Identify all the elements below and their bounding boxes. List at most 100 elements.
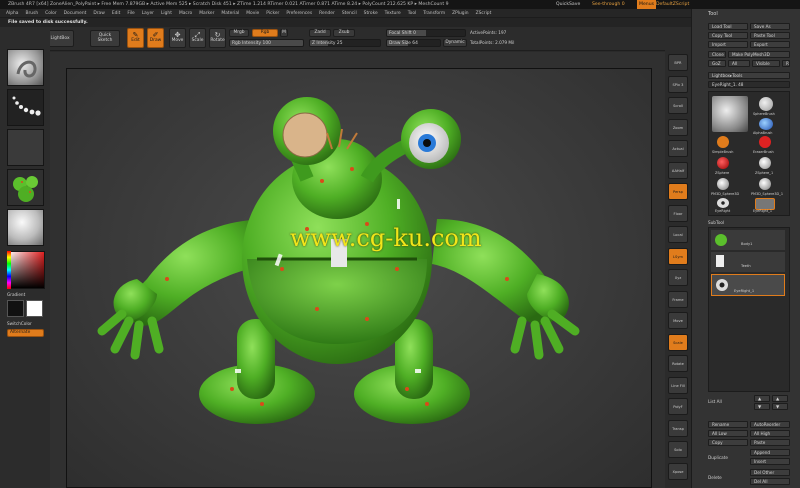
menu-item-layer[interactable]: Layer [142, 11, 154, 16]
menu-item-alpha[interactable]: Alpha [6, 11, 18, 16]
move-bottom-button[interactable]: ▼ [772, 403, 788, 410]
all-high-button[interactable]: All High [750, 430, 790, 437]
pm3d-sphere-1-thumb[interactable] [759, 178, 771, 190]
menu-item-light[interactable]: Light [161, 11, 172, 16]
subtool-item-eyeright[interactable]: EyeRight_1 [711, 274, 785, 296]
main-color-swatch[interactable] [7, 300, 24, 317]
rotate-button[interactable]: ↻ Rotate [209, 28, 226, 48]
secondary-color-swatch[interactable] [26, 300, 43, 317]
color-picker[interactable] [7, 251, 45, 289]
shelf-button-line-fill[interactable]: Line Fill [668, 376, 688, 394]
rename-button[interactable]: Rename [708, 421, 748, 428]
alpha-thumbnail[interactable] [7, 129, 44, 166]
menu-item-file[interactable]: File [127, 11, 134, 16]
menu-item-color[interactable]: Color [45, 11, 56, 16]
shelf-button-polyf[interactable]: PolyF [668, 398, 688, 415]
move-down-button[interactable]: ▼ [754, 403, 770, 410]
move-up-button[interactable]: ▲ [754, 395, 770, 402]
eyeright-thumb[interactable] [717, 198, 729, 208]
shelf-button-xpose[interactable]: Xpose [668, 462, 688, 480]
del-all-button[interactable]: Del All [750, 478, 790, 485]
sphere-brush-thumb[interactable] [759, 97, 773, 111]
menu-item-brush[interactable]: Brush [25, 11, 38, 16]
focal-shift-slider[interactable]: Focal Shift 0 [386, 29, 466, 37]
shelf-button-rotate[interactable]: Rotate [668, 355, 688, 372]
menus-button[interactable]: Menus [637, 0, 657, 9]
shelf-button-scale[interactable]: Scale [668, 333, 688, 351]
copy-button[interactable]: Copy [708, 439, 748, 446]
paste-tool-button[interactable]: Paste Tool [750, 32, 790, 39]
all-low-button[interactable]: All Low [708, 430, 748, 437]
dynamic-button[interactable]: Dynamic [443, 39, 467, 47]
current-tool-slider[interactable]: EyeRight_1. 48 [708, 81, 790, 88]
lightbox-button[interactable]: LightBox [46, 30, 74, 47]
rgb-button[interactable]: Rgb [252, 29, 278, 37]
menu-item-macro[interactable]: Macro [179, 11, 192, 16]
subtool-item-body[interactable]: Body1 [711, 230, 785, 250]
import-button[interactable]: Import [708, 41, 748, 48]
shelf-button-floor[interactable]: Floor [668, 204, 688, 222]
auto-reorder-button[interactable]: AutoReorder [750, 421, 790, 428]
shelf-button-scroll[interactable]: Scroll [668, 97, 688, 114]
draw-size-slider[interactable]: Draw Size 64 [386, 39, 441, 47]
duplicate-button[interactable]: Duplicate [708, 455, 728, 460]
pm3d-sphere-thumb[interactable] [717, 178, 729, 190]
gradient-label[interactable]: Gradient [7, 292, 25, 297]
shelf-button-aahalf[interactable]: AAHalf [668, 161, 688, 179]
subtool-item-teeth[interactable]: Teeth [711, 252, 785, 272]
shelf-button-local[interactable]: Local [668, 226, 688, 243]
shelf-button-xyz[interactable]: Xyz [668, 269, 688, 286]
menu-item-stroke[interactable]: Stroke [364, 11, 378, 16]
shelf-button-move[interactable]: Move [668, 312, 688, 329]
shelf-button-transp[interactable]: Transp [668, 419, 688, 437]
save-as-button[interactable]: Save As [750, 23, 790, 30]
menu-item-edit[interactable]: Edit [112, 11, 121, 16]
mrgb-button[interactable]: Mrgb [229, 29, 249, 37]
insert-button[interactable]: Insert [750, 458, 790, 465]
alpha-brush-thumb[interactable] [759, 118, 773, 130]
shelf-button-bpr[interactable]: BPR [668, 54, 688, 71]
shelf-button-lsym[interactable]: LSym [668, 247, 688, 265]
scale-button[interactable]: ⤢ Scale [189, 28, 206, 48]
shelf-button-zoom[interactable]: Zoom [668, 118, 688, 136]
shelf-button-spix-3[interactable]: SPix 3 [668, 75, 688, 93]
shelf-button-persp[interactable]: Persp [668, 183, 688, 200]
brush-thumbnail[interactable] [7, 49, 44, 86]
menu-item-zscript[interactable]: ZScript [476, 11, 492, 16]
switch-color-label[interactable]: SwitchColor [7, 321, 32, 326]
r-button[interactable]: R [782, 60, 790, 67]
m-button[interactable]: M [280, 29, 288, 37]
delete-button[interactable]: Delete [708, 475, 722, 480]
quicksave-button[interactable]: QuickSave [556, 0, 580, 9]
copy-tool-button[interactable]: Copy Tool [708, 32, 748, 39]
zsphere-1-thumb[interactable] [759, 157, 771, 169]
draw-button[interactable]: ✐ Draw [147, 28, 164, 48]
edit-button[interactable]: ✎ Edit [127, 28, 144, 48]
list-all-button[interactable]: List All [708, 399, 722, 404]
zsphere-thumb[interactable] [717, 157, 729, 169]
menu-item-render[interactable]: Render [319, 11, 335, 16]
menu-item-document[interactable]: Document [64, 11, 87, 16]
stroke-thumbnail[interactable] [7, 89, 44, 126]
paste-button[interactable]: Paste [750, 439, 790, 446]
see-through-slider[interactable]: See-through 0 [592, 0, 625, 9]
goz-button[interactable]: GoZ [708, 60, 726, 67]
simple-brush-thumb[interactable] [717, 136, 729, 148]
shelf-button-frame[interactable]: Frame [668, 290, 688, 308]
visible-button[interactable]: Visible [752, 60, 780, 67]
menu-item-tool[interactable]: Tool [408, 11, 417, 16]
rgb-intensity-slider[interactable]: Rgb Intensity 100 [229, 39, 304, 47]
alternate-button[interactable]: Alternate [7, 329, 44, 337]
hue-strip[interactable] [7, 251, 11, 289]
del-other-button[interactable]: Del Other [750, 469, 790, 476]
menu-item-zplugin[interactable]: ZPlugin [452, 11, 468, 16]
material-thumbnail[interactable] [7, 209, 44, 246]
menu-item-texture[interactable]: Texture [385, 11, 401, 16]
move-top-button[interactable]: ▲ [772, 395, 788, 402]
z-intensity-slider[interactable]: Z Intensity 25 [309, 39, 381, 47]
menu-item-marker[interactable]: Marker [199, 11, 214, 16]
export-button[interactable]: Export [750, 41, 790, 48]
document-canvas[interactable] [66, 68, 652, 488]
append-button[interactable]: Append [750, 449, 790, 456]
menu-item-stencil[interactable]: Stencil [342, 11, 357, 16]
